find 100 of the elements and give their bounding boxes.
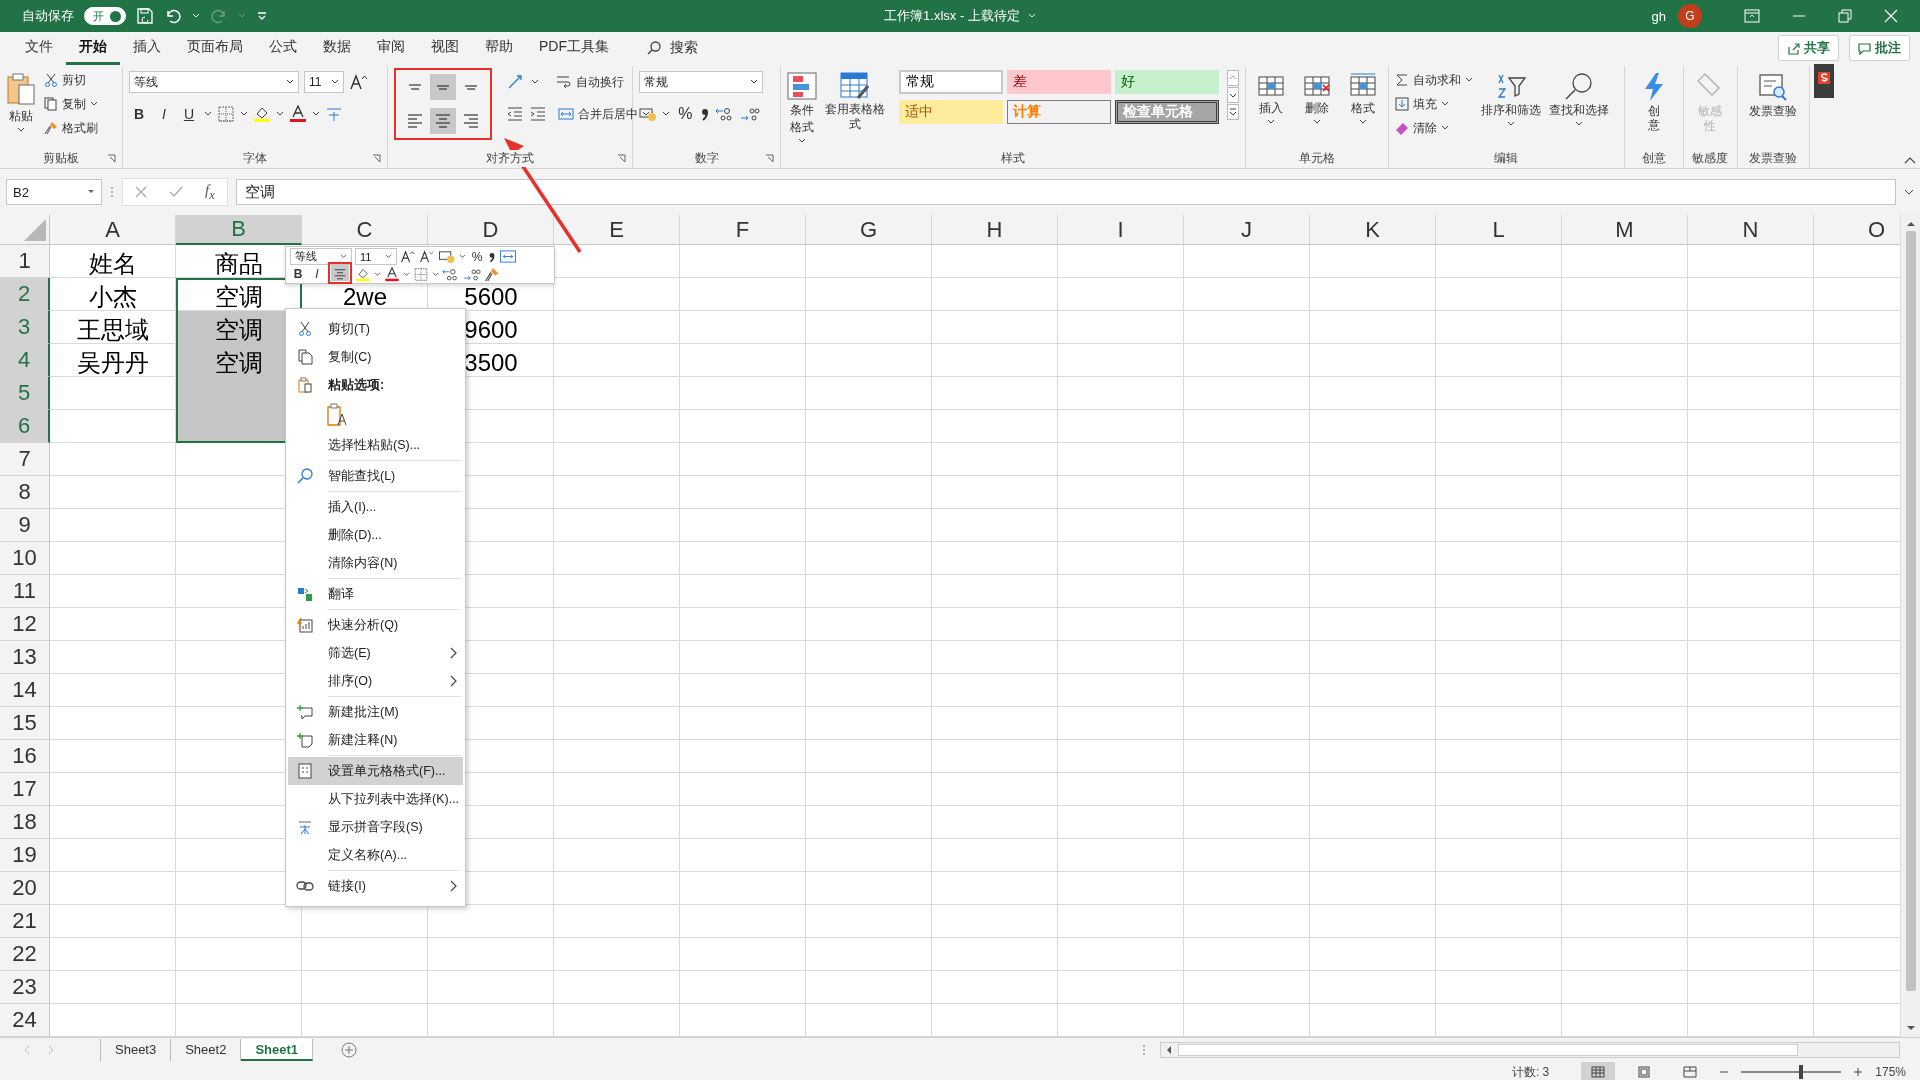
- menu-item[interactable]: 清除内容(N): [288, 549, 463, 577]
- format-painter-button[interactable]: 格式刷: [44, 118, 98, 138]
- dialog-launcher-icon[interactable]: [765, 154, 774, 163]
- comments-button[interactable]: 批注: [1849, 35, 1910, 61]
- menu-item[interactable]: 删除(D)...: [288, 521, 463, 549]
- ribbon-tab[interactable]: 审阅: [364, 31, 418, 65]
- column-header[interactable]: K: [1310, 215, 1436, 245]
- row-header[interactable]: 7: [0, 443, 50, 476]
- row-header[interactable]: 2: [0, 278, 50, 311]
- column-header[interactable]: D: [428, 215, 554, 245]
- sheet-tab[interactable]: Sheet3: [101, 1038, 172, 1061]
- bold-button[interactable]: B: [129, 103, 149, 125]
- menu-item[interactable]: 显示拼音字段(S): [288, 813, 463, 841]
- scroll-thumb[interactable]: [1905, 231, 1916, 991]
- cell-style-option[interactable]: 适中: [899, 100, 1003, 124]
- clear-button[interactable]: 清除: [1394, 118, 1473, 138]
- menu-item[interactable]: 新建批注(M): [288, 698, 463, 726]
- share-button[interactable]: 共享: [1778, 35, 1839, 61]
- autosave-toggle[interactable]: 开: [84, 7, 126, 25]
- sheet-tab[interactable]: Sheet1: [241, 1038, 314, 1061]
- fill-color-icon[interactable]: [253, 105, 271, 123]
- insert-cells-button[interactable]: 插入: [1255, 70, 1286, 125]
- restore-icon[interactable]: [1838, 9, 1852, 23]
- row-header[interactable]: 10: [0, 542, 50, 575]
- menu-item[interactable]: 定义名称(A)...: [288, 841, 463, 869]
- column-header[interactable]: H: [932, 215, 1058, 245]
- menu-item[interactable]: 选择性粘贴(S)...: [288, 431, 463, 459]
- increase-decimal-icon[interactable]: [442, 266, 460, 282]
- normal-view-button[interactable]: [1581, 1062, 1616, 1080]
- autosum-button[interactable]: 自动求和: [1394, 70, 1473, 90]
- menu-item[interactable]: 链接(I): [288, 872, 463, 900]
- ribbon-tab[interactable]: 开始: [66, 31, 120, 65]
- caret-icon[interactable]: [312, 111, 320, 117]
- grow-font-icon[interactable]: [349, 73, 369, 91]
- decrease-decimal-icon[interactable]: [463, 266, 481, 282]
- menu-item[interactable]: 筛选(E): [288, 639, 463, 667]
- caret-icon[interactable]: [662, 111, 671, 117]
- insert-function-button[interactable]: f$_{x}$: [205, 181, 215, 203]
- merge-icon[interactable]: [499, 249, 517, 264]
- invoice-check-button[interactable]: 发票查验: [1743, 70, 1804, 119]
- caret-icon[interactable]: [459, 254, 466, 259]
- shrink-font-icon[interactable]: [419, 249, 435, 264]
- menu-item[interactable]: 快速分析(Q): [288, 611, 463, 639]
- collapse-ribbon-icon[interactable]: [1904, 156, 1916, 164]
- formula-input[interactable]: 空调: [235, 179, 1896, 205]
- search-icon[interactable]: [646, 40, 662, 56]
- row-header[interactable]: 13: [0, 641, 50, 674]
- menu-item[interactable]: 从下拉列表中选择(K)...: [288, 785, 463, 813]
- paste-button[interactable]: 粘贴: [6, 70, 36, 133]
- format-cells-button[interactable]: 格式: [1347, 70, 1378, 125]
- ime-toolbar-icon[interactable]: [1814, 64, 1834, 98]
- underline-button[interactable]: U: [179, 103, 199, 125]
- sort-filter-button[interactable]: 排序和筛选: [1480, 70, 1541, 127]
- cell-style-option[interactable]: 好: [1115, 70, 1219, 94]
- row-header[interactable]: 18: [0, 806, 50, 839]
- horizontal-scrollbar[interactable]: [1160, 1041, 1900, 1058]
- splitter-handle-icon[interactable]: [1142, 1043, 1146, 1056]
- row-header[interactable]: 9: [0, 509, 50, 542]
- font-size-field[interactable]: 11: [355, 248, 397, 265]
- close-icon[interactable]: [1884, 9, 1898, 23]
- ribbon-tab[interactable]: 数据: [310, 31, 364, 65]
- caret-icon[interactable]: [531, 79, 540, 85]
- scroll-down-icon[interactable]: [1227, 87, 1239, 103]
- row-header[interactable]: 16: [0, 740, 50, 773]
- table-cell[interactable]: 吴丹丹: [50, 344, 176, 377]
- column-header[interactable]: M: [1562, 215, 1688, 245]
- italic-button[interactable]: I: [309, 265, 325, 283]
- merge-center-button[interactable]: 合并后居中: [558, 104, 651, 124]
- font-size-field[interactable]: 11: [304, 71, 344, 93]
- cell-style-option[interactable]: 差: [1007, 70, 1111, 94]
- ribbon-tab[interactable]: PDF工具集: [526, 31, 622, 65]
- row-header[interactable]: 21: [0, 905, 50, 938]
- accounting-icon[interactable]: [438, 249, 456, 264]
- align-button[interactable]: [430, 74, 457, 100]
- expand-formula-icon[interactable]: [1904, 188, 1914, 196]
- wrap-text-button[interactable]: 自动换行: [556, 72, 625, 92]
- row-header[interactable]: 6: [0, 410, 50, 443]
- save-icon[interactable]: [136, 7, 154, 25]
- name-box[interactable]: B2: [6, 179, 102, 205]
- column-header[interactable]: E: [554, 215, 680, 245]
- dialog-launcher-icon[interactable]: [107, 154, 116, 163]
- caret-icon[interactable]: [432, 271, 439, 277]
- row-header[interactable]: 3: [0, 311, 50, 344]
- row-header[interactable]: 11: [0, 575, 50, 608]
- column-header[interactable]: O: [1814, 215, 1900, 245]
- menu-item[interactable]: 设置单元格格式(F)...: [288, 757, 463, 785]
- caret-icon[interactable]: [204, 111, 212, 117]
- increase-indent-icon[interactable]: [529, 105, 548, 123]
- menu-item[interactable]: 新建注释(N): [288, 726, 463, 754]
- table-cell[interactable]: 小杰: [50, 278, 176, 311]
- cell-style-option[interactable]: 常规: [899, 70, 1003, 94]
- column-header[interactable]: B: [176, 215, 302, 245]
- dialog-launcher-icon[interactable]: [372, 154, 382, 163]
- decrease-indent-icon[interactable]: [506, 105, 525, 123]
- ribbon-tab[interactable]: 插入: [120, 31, 174, 65]
- cut-button[interactable]: 剪切: [44, 70, 98, 90]
- add-sheet-icon[interactable]: [341, 1041, 358, 1058]
- find-select-button[interactable]: 查找和选择: [1548, 70, 1609, 127]
- ribbon-tab[interactable]: 文件: [12, 31, 66, 65]
- bold-button[interactable]: B: [290, 265, 306, 283]
